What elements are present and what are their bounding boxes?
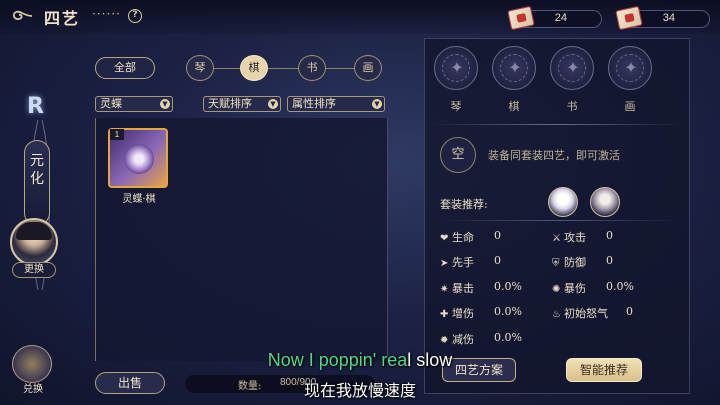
category-tab-qin[interactable]: 琴 bbox=[186, 55, 214, 81]
type-filter-dropdown[interactable]: 灵蝶 ▼ bbox=[95, 96, 173, 112]
sword-icon: ⚔ bbox=[552, 233, 561, 244]
plus-icon: ✚ bbox=[440, 309, 449, 320]
arrow-icon: ➤ bbox=[440, 258, 449, 269]
stat-label: 初始怒气 bbox=[564, 307, 608, 320]
stat-label: 生命 bbox=[452, 231, 474, 244]
stat-dmg-reduction: ✹ 减伤 bbox=[440, 331, 474, 347]
chevron-down-icon: ▼ bbox=[268, 99, 278, 109]
stats-divider bbox=[440, 220, 680, 221]
currency-2[interactable]: 34 bbox=[615, 5, 710, 31]
set-empty-indicator: 空 bbox=[440, 137, 476, 173]
chevron-down-icon: ▼ bbox=[372, 99, 382, 109]
back-arrow-icon[interactable] bbox=[10, 6, 36, 26]
slot-star-icon: ✦ bbox=[508, 58, 522, 77]
category-connector bbox=[200, 68, 375, 69]
shield-icon: ⛨ bbox=[552, 258, 560, 269]
burst-icon: ✺ bbox=[552, 284, 561, 295]
ticket-icon bbox=[507, 5, 535, 31]
slot-qin[interactable]: ✦ bbox=[434, 46, 478, 90]
butterfly-item-icon bbox=[124, 144, 154, 174]
stat-dmg-bonus-value: 0.0% bbox=[494, 305, 522, 318]
recommend-avatar-sheep[interactable] bbox=[590, 187, 620, 217]
category-tab-hua[interactable]: 画 bbox=[354, 55, 382, 81]
category-tab-shu[interactable]: 书 bbox=[298, 55, 326, 81]
stat-label: 先手 bbox=[452, 256, 474, 269]
chevron-down-icon: ▼ bbox=[160, 99, 170, 109]
currency-1-value: 24 bbox=[554, 12, 567, 24]
stat-label: 防御 bbox=[564, 256, 586, 269]
slot-label-qi: 棋 bbox=[508, 100, 520, 113]
stat-def: ⛨ 防御 bbox=[552, 254, 586, 270]
minus-icon: ✹ bbox=[440, 335, 449, 346]
slot-hua[interactable]: ✦ bbox=[608, 46, 652, 90]
slot-star-icon: ✦ bbox=[624, 58, 638, 77]
change-character-button[interactable]: 更换 bbox=[12, 262, 56, 278]
help-icon[interactable]: ? bbox=[128, 9, 142, 23]
item-quantity-badge: 1 bbox=[110, 129, 124, 140]
stat-initial-rage: ♨ 初始怒气 bbox=[552, 305, 608, 321]
stat-crit-value: 0.0% bbox=[494, 280, 522, 293]
set-recommend-label: 套装推荐: bbox=[440, 198, 488, 211]
set-empty-tip: 装备同套装四艺，即可激活 bbox=[488, 149, 620, 162]
slot-label-hua: 画 bbox=[624, 100, 636, 113]
attribute-sort-value: 属性排序 bbox=[292, 97, 336, 110]
avatar-hair bbox=[16, 222, 52, 240]
slot-qi[interactable]: ✦ bbox=[492, 46, 536, 90]
category-tab-qi[interactable]: 棋 bbox=[240, 55, 268, 81]
stat-hp: ❤ 生命 bbox=[440, 229, 474, 245]
divider bbox=[430, 124, 684, 125]
currency-2-value: 34 bbox=[662, 12, 675, 24]
type-filter-value: 灵蝶 bbox=[100, 97, 122, 110]
stat-label: 暴击 bbox=[452, 282, 474, 295]
stat-atk-value: 0 bbox=[606, 229, 613, 242]
stat-hp-value: 0 bbox=[494, 229, 501, 242]
stat-label: 攻击 bbox=[564, 231, 586, 244]
faction-emblem-icon: R bbox=[27, 94, 44, 119]
title-decoration: ······ bbox=[92, 7, 121, 21]
stat-label: 减伤 bbox=[452, 333, 474, 346]
stat-atk: ⚔ 攻击 bbox=[552, 229, 586, 245]
talent-sort-value: 天赋排序 bbox=[208, 97, 252, 110]
stat-def-value: 0 bbox=[606, 254, 613, 267]
subtitle-english-rest: l slow bbox=[407, 350, 453, 370]
stat-initiative: ➤ 先手 bbox=[440, 254, 474, 270]
page-title: 四艺 bbox=[44, 9, 81, 28]
character-name: 元化 bbox=[30, 153, 44, 187]
stat-label: 增伤 bbox=[452, 307, 474, 320]
slot-star-icon: ✦ bbox=[566, 58, 580, 77]
subtitle-chinese: 现在我放慢速度 bbox=[303, 381, 416, 400]
recommend-avatar-rabbit[interactable] bbox=[548, 187, 578, 217]
subtitle-english-highlight: Now I poppin' rea bbox=[267, 350, 408, 370]
stat-initial-rage-value: 0 bbox=[626, 305, 633, 318]
slot-label-qin: 琴 bbox=[450, 100, 462, 113]
heart-icon: ❤ bbox=[440, 233, 449, 244]
stat-crit-dmg-value: 0.0% bbox=[606, 280, 634, 293]
flame-icon: ♨ bbox=[552, 309, 561, 320]
slot-label-shu: 书 bbox=[566, 100, 578, 113]
attribute-sort-dropdown[interactable]: 属性排序 ▼ bbox=[287, 96, 385, 112]
currency-1[interactable]: 24 bbox=[507, 5, 602, 31]
claw-icon: ✷ bbox=[440, 284, 449, 295]
stat-label: 暴伤 bbox=[564, 282, 586, 295]
talent-sort-dropdown[interactable]: 天赋排序 ▼ bbox=[203, 96, 281, 112]
ticket-icon bbox=[615, 5, 643, 31]
slot-shu[interactable]: ✦ bbox=[550, 46, 594, 90]
stat-dmg-reduction-value: 0.0% bbox=[494, 331, 522, 344]
stat-initiative-value: 0 bbox=[494, 254, 501, 267]
category-all-button[interactable]: 全部 bbox=[95, 57, 155, 79]
slot-star-icon: ✦ bbox=[450, 58, 464, 77]
stat-dmg-bonus: ✚ 增伤 bbox=[440, 305, 474, 321]
stat-crit: ✷ 暴击 bbox=[440, 280, 474, 296]
stat-crit-dmg: ✺ 暴伤 bbox=[552, 280, 586, 296]
item-name: 灵蝶·棋 bbox=[122, 194, 156, 205]
subtitle-english: Now I poppin' real slow bbox=[0, 350, 720, 371]
